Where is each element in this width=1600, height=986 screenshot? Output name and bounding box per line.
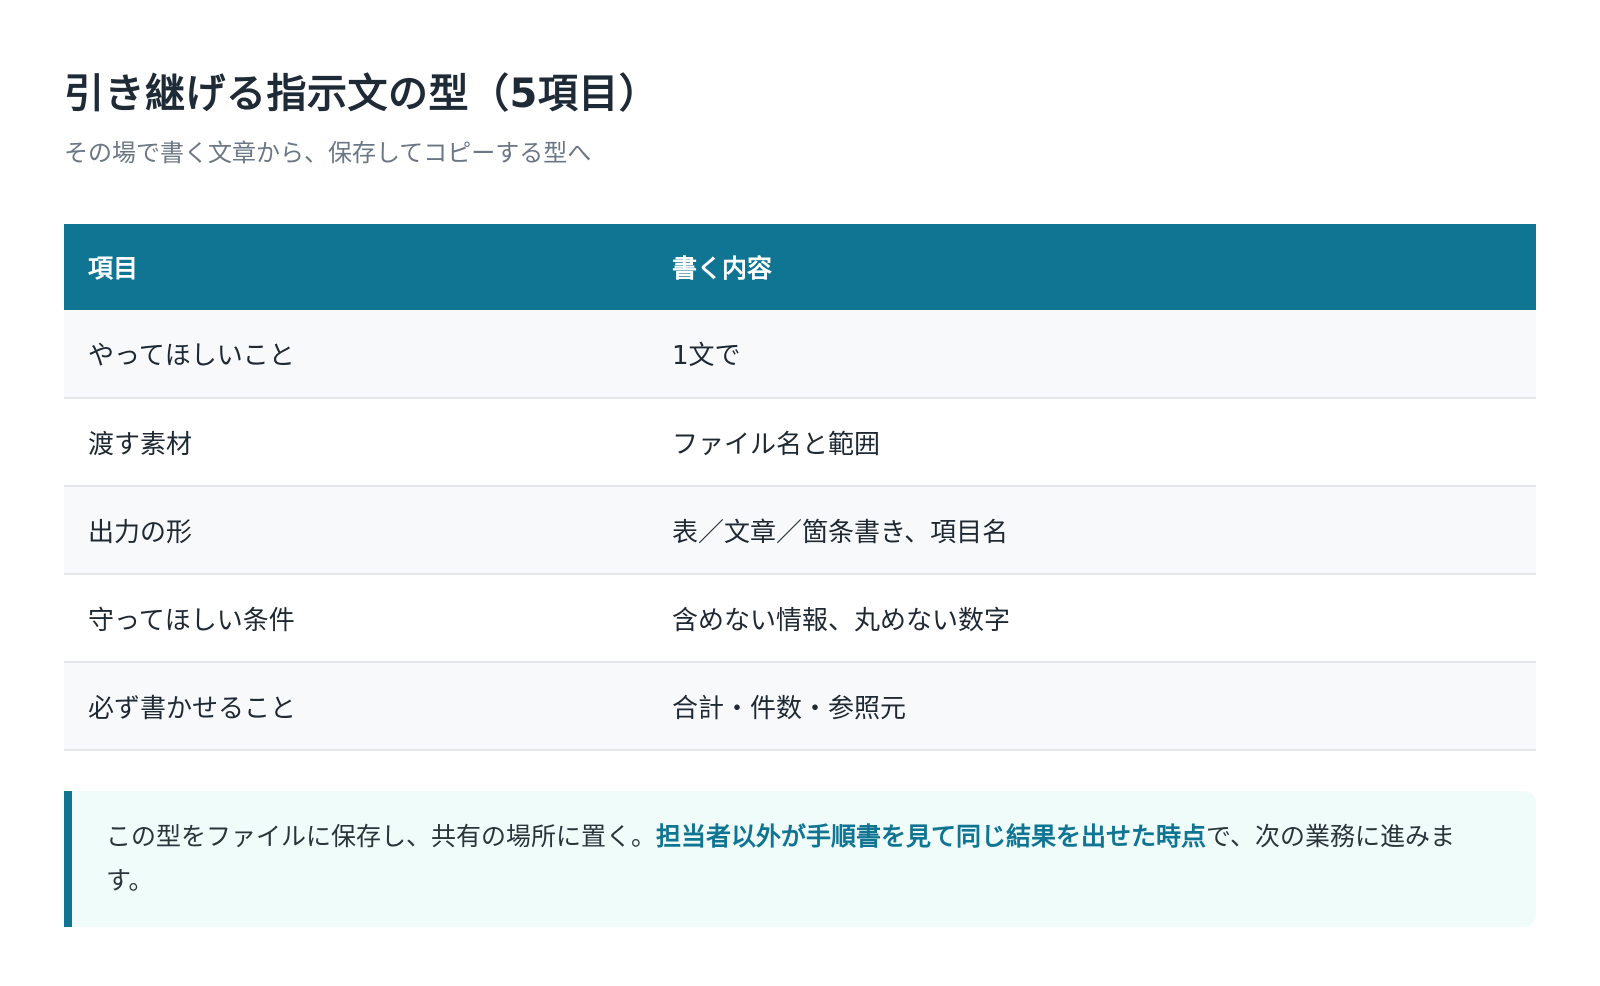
table-row: 必ず書かせること 合計・件数・参照元 (64, 662, 1536, 751)
callout-note: この型をファイルに保存し、共有の場所に置く。担当者以外が手順書を見て同じ結果を出… (64, 791, 1536, 927)
table-row: やってほしいこと 1文で (64, 310, 1536, 399)
page-subtitle: その場で書く文章から、保存してコピーする型へ (64, 139, 592, 167)
page: 引き継げる指示文の型（5項目） その場で書く文章から、保存してコピーする型へ 項… (0, 0, 1600, 927)
row-content-cell: 1文で (648, 310, 1536, 399)
row-content-cell: 含めない情報、丸めない数字 (648, 574, 1536, 663)
row-item-cell: 出力の形 (64, 486, 648, 575)
row-item-cell: 必ず書かせること (64, 662, 648, 751)
column-header-content: 書く内容 (648, 224, 1536, 310)
note-emphasis: 担当者以外が手順書を見て同じ結果を出せた時点 (656, 822, 1207, 851)
note-text-before: この型をファイルに保存し、共有の場所に置く。 (106, 822, 657, 851)
table-row: 出力の形 表／文章／箇条書き、項目名 (64, 486, 1536, 575)
table-row: 渡す素材 ファイル名と範囲 (64, 398, 1536, 487)
row-content-cell: ファイル名と範囲 (648, 398, 1536, 487)
row-item-cell: やってほしいこと (64, 310, 648, 399)
table-header-row: 項目 書く内容 (64, 224, 1536, 310)
column-header-item: 項目 (64, 224, 648, 310)
row-item-cell: 守ってほしい条件 (64, 574, 648, 663)
table-row: 守ってほしい条件 含めない情報、丸めない数字 (64, 574, 1536, 663)
row-content-cell: 合計・件数・参照元 (648, 662, 1536, 751)
page-title: 引き継げる指示文の型（5項目） (64, 71, 660, 117)
row-item-cell: 渡す素材 (64, 398, 648, 487)
items-table: 項目 書く内容 やってほしいこと 1文で 渡す素材 ファイル名と範囲 出力の形 … (64, 224, 1536, 751)
row-content-cell: 表／文章／箇条書き、項目名 (648, 486, 1536, 575)
